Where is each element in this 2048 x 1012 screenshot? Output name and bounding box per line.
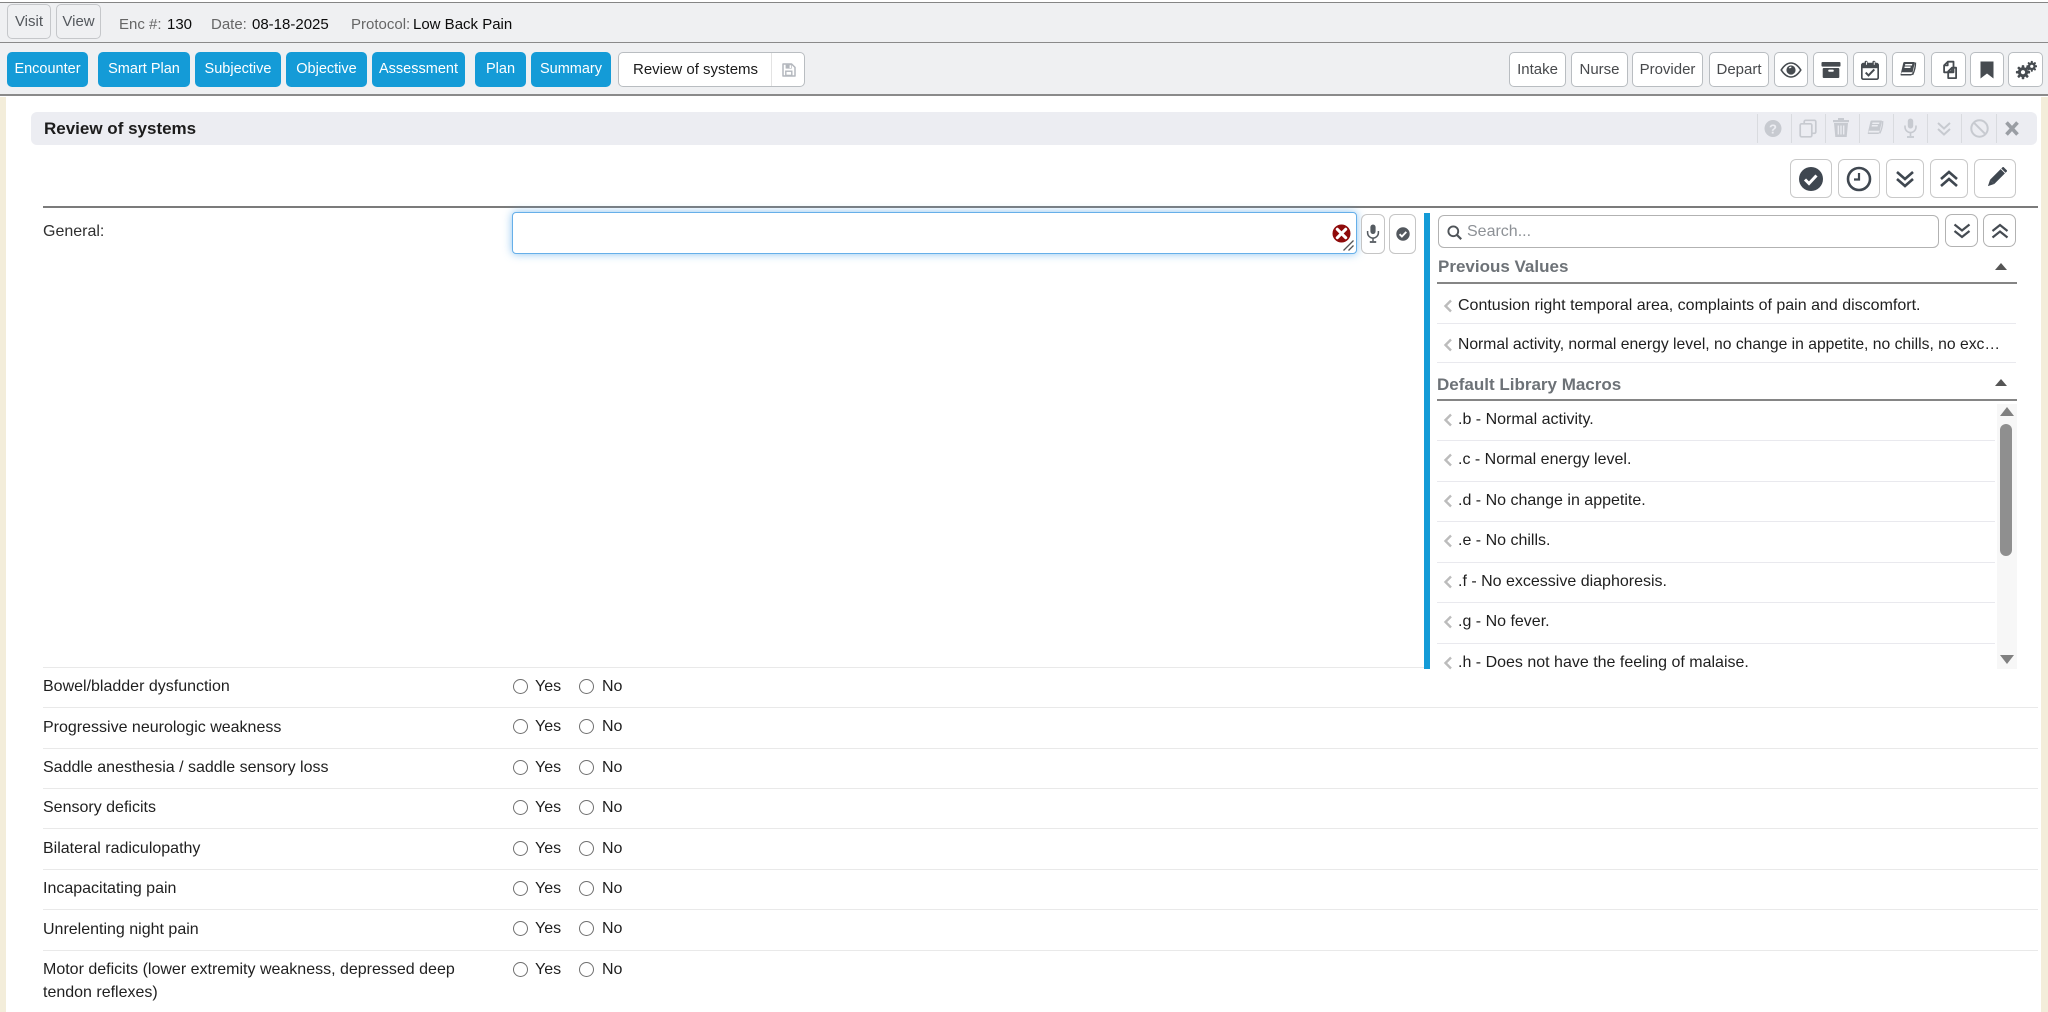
svg-text:?: ?: [1769, 122, 1777, 137]
